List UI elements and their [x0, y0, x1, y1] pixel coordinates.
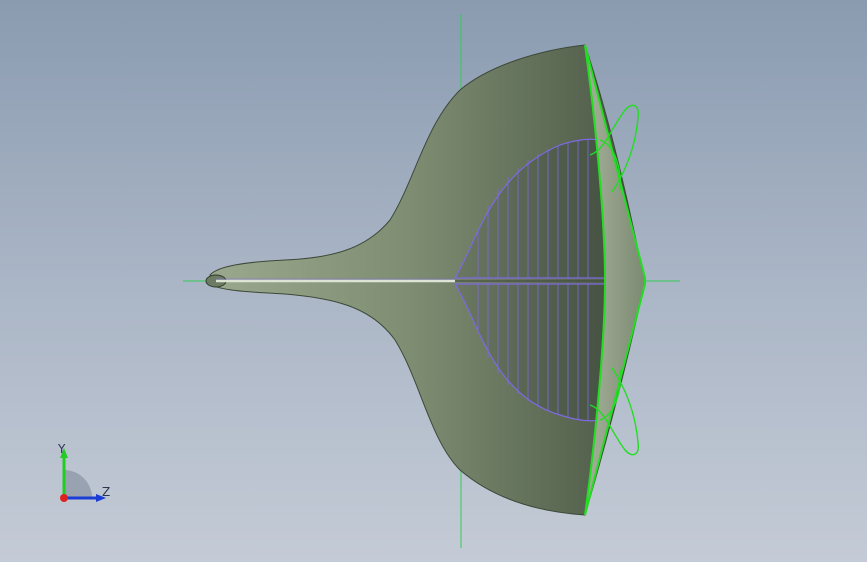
model-view[interactable]: [0, 0, 867, 562]
triad-z-label: Z: [102, 485, 111, 499]
triad-y-label: Y: [58, 442, 66, 456]
triad-origin: [60, 494, 68, 502]
graphics-viewport[interactable]: Y Z: [0, 0, 867, 562]
triad-shading: [64, 470, 92, 498]
